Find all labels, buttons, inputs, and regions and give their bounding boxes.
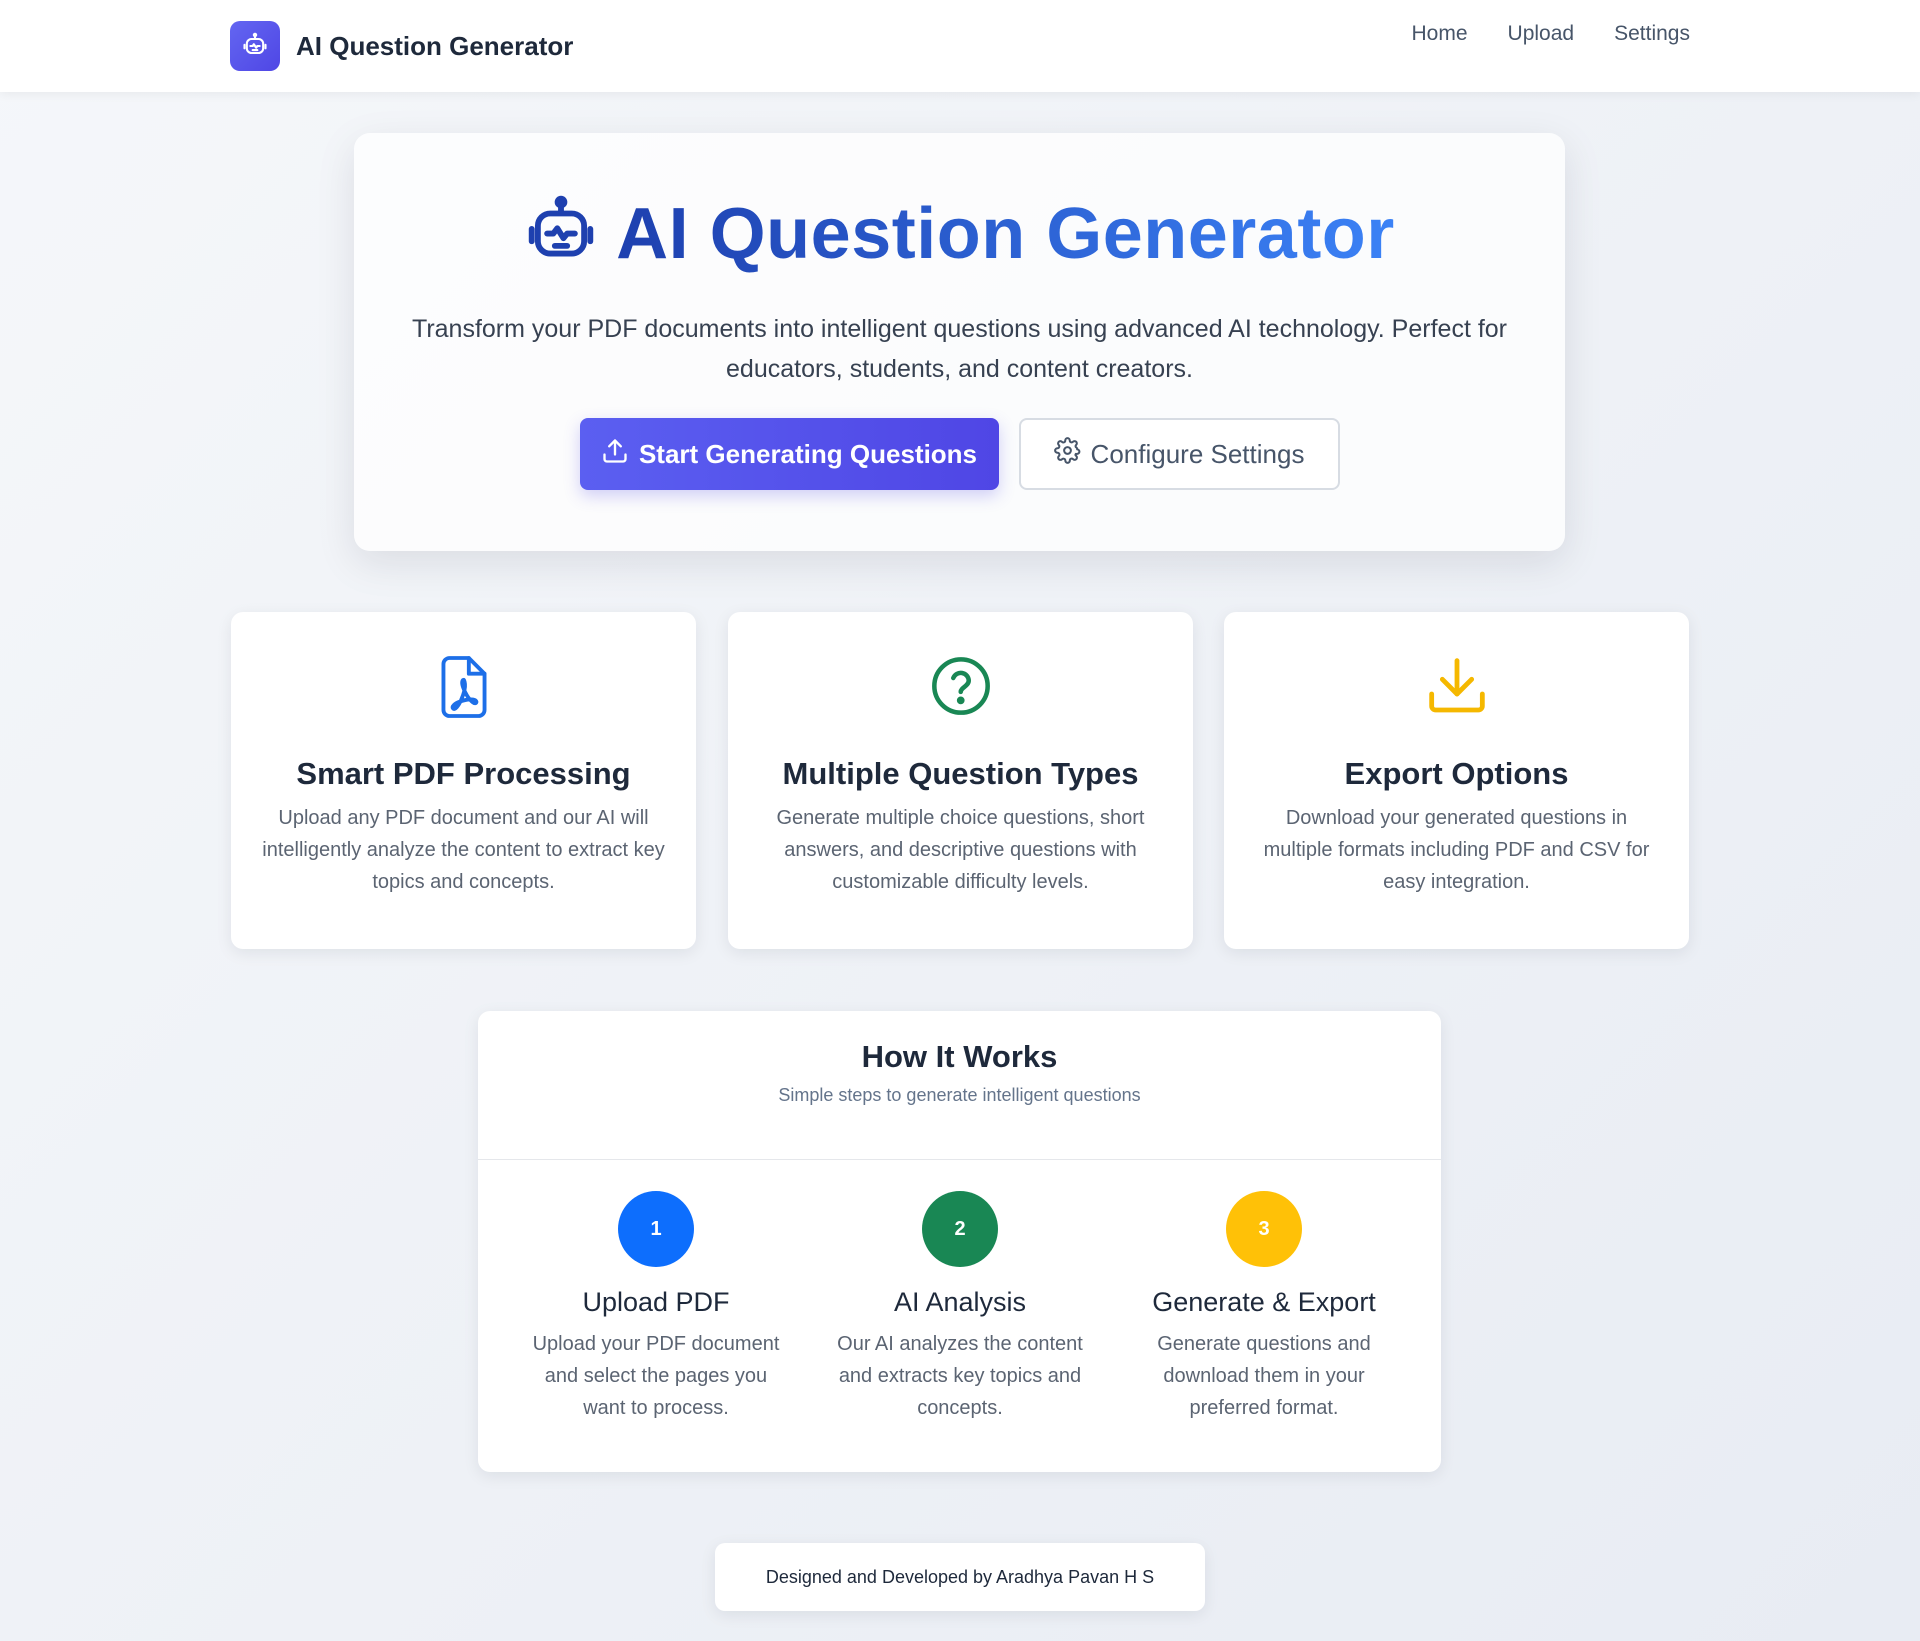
pdf-file-icon <box>435 654 493 725</box>
divider <box>478 1159 1441 1160</box>
step-number-badge: 3 <box>1226 1191 1302 1267</box>
upload-icon <box>601 437 629 472</box>
download-icon <box>1425 654 1489 723</box>
feature-card-pdf-processing: Smart PDF Processing Upload any PDF docu… <box>231 612 696 949</box>
robot-icon <box>524 195 598 274</box>
step-description: Our AI analyzes the content and extracts… <box>837 1333 1083 1419</box>
hero-title-row: AI Question Generator <box>354 193 1565 275</box>
feature-description: Download your generated questions in mul… <box>1263 807 1650 893</box>
nav-link-upload[interactable]: Upload <box>1508 22 1575 46</box>
feature-description: Upload any PDF document and our AI will … <box>262 807 665 893</box>
step-number-badge: 1 <box>618 1191 694 1267</box>
start-generating-label: Start Generating Questions <box>638 438 978 469</box>
footer-credit: Designed and Developed by Aradhya Pavan … <box>715 1543 1205 1611</box>
feature-title: Export Options <box>1344 756 1569 791</box>
hero-buttons: Start Generating Questions Configure Set… <box>354 418 1565 490</box>
hero-title: AI Question Generator <box>616 194 1395 274</box>
step-description: Generate questions and download them in … <box>1157 1333 1371 1419</box>
footer-text: Designed and Developed by Aradhya Pavan … <box>765 1566 1155 1587</box>
how-it-works-title: How It Works <box>861 1039 1058 1074</box>
step-generate-export: 3 Generate & Export Generate questions a… <box>1119 1191 1409 1424</box>
feature-description: Generate multiple choice questions, shor… <box>776 807 1145 893</box>
start-generating-button[interactable]: Start Generating Questions <box>579 418 999 490</box>
step-title: Generate & Export <box>1152 1287 1376 1317</box>
brand-title: AI Question Generator <box>296 30 574 61</box>
nav-links: Home Upload Settings <box>1412 22 1690 46</box>
feature-title: Smart PDF Processing <box>296 756 631 791</box>
step-title: AI Analysis <box>893 1287 1027 1317</box>
configure-settings-label: Configure Settings <box>1090 438 1305 469</box>
step-upload-pdf: 1 Upload PDF Upload your PDF document an… <box>511 1191 801 1424</box>
step-title: Upload PDF <box>582 1287 730 1317</box>
feature-card-export-options: Export Options Download your generated q… <box>1224 612 1689 949</box>
hero-card: AI Question Generator Transform your PDF… <box>354 133 1565 551</box>
question-circle-icon <box>929 654 993 723</box>
how-it-works-subtitle: Simple steps to generate intelligent que… <box>778 1085 1141 1105</box>
configure-settings-button[interactable]: Configure Settings <box>1018 418 1340 490</box>
robot-icon <box>230 21 280 71</box>
hero-subtitle: Transform your PDF documents into intell… <box>411 315 1508 383</box>
how-it-works-card: How It Works Simple steps to generate in… <box>478 1011 1441 1472</box>
brand[interactable]: AI Question Generator <box>230 21 573 71</box>
step-number-badge: 2 <box>922 1191 998 1267</box>
step-ai-analysis: 2 AI Analysis Our AI analyzes the conten… <box>815 1191 1105 1424</box>
gear-icon <box>1053 437 1081 471</box>
navbar: AI Question Generator Home Upload Settin… <box>0 0 1920 92</box>
step-description: Upload your PDF document and select the … <box>532 1333 780 1419</box>
nav-link-settings[interactable]: Settings <box>1614 22 1690 46</box>
nav-link-home[interactable]: Home <box>1412 22 1468 46</box>
feature-card-question-types: Multiple Question Types Generate multipl… <box>728 612 1193 949</box>
feature-title: Multiple Question Types <box>782 756 1139 791</box>
